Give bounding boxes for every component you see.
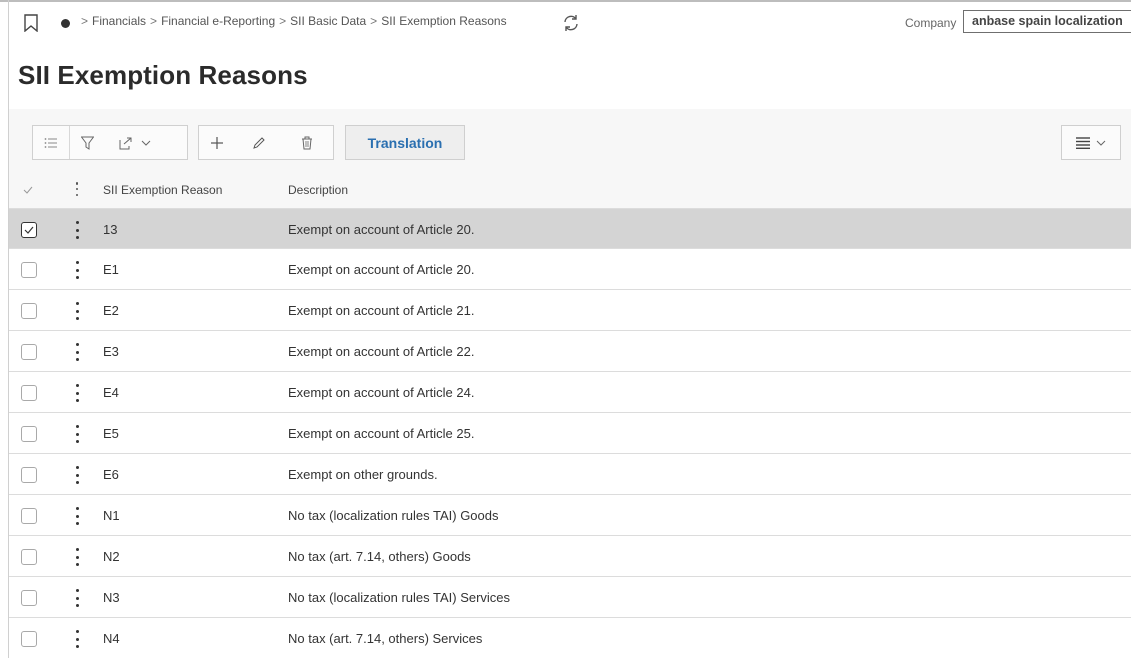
table-body: 13 Exempt on account of Article 20. E1 Exem… — [9, 208, 1131, 658]
column-options-icon[interactable] — [75, 182, 79, 196]
description-cell: Exempt on account of Article 25. — [288, 426, 475, 441]
exemption-reason-cell: N2 — [103, 549, 120, 564]
row-menu-icon[interactable] — [75, 630, 79, 648]
table-row[interactable]: E4 Exempt on account of Article 24. — [9, 372, 1131, 413]
table-row[interactable]: N3 No tax (localization rules TAI) Servic… — [9, 577, 1131, 618]
exemption-reason-cell: N3 — [103, 590, 120, 605]
description-cell: Exempt on account of Article 20. — [288, 222, 475, 237]
table-row[interactable]: N4 No tax (art. 7.14, others) Services — [9, 618, 1131, 658]
table-row[interactable]: E3 Exempt on account of Article 22. — [9, 331, 1131, 372]
list-panel: Translation SII Exemption Reason Descrip… — [9, 109, 1131, 658]
description-cell: Exempt on account of Article 21. — [288, 303, 475, 318]
exemption-reason-cell: E6 — [103, 467, 119, 482]
plus-icon[interactable] — [199, 126, 235, 159]
row-checkbox[interactable] — [21, 508, 37, 524]
bookmark-icon[interactable] — [24, 14, 38, 32]
row-menu-icon[interactable] — [75, 343, 79, 361]
column-header-exemption-reason[interactable]: SII Exemption Reason — [103, 183, 222, 197]
exemption-reason-cell: N4 — [103, 631, 120, 646]
description-cell: Exempt on account of Article 22. — [288, 344, 475, 359]
row-menu-icon[interactable] — [75, 507, 79, 525]
breadcrumb-separator: > — [279, 14, 287, 28]
description-cell: No tax (localization rules TAI) Services — [288, 590, 511, 605]
select-all-check-icon[interactable] — [23, 186, 33, 194]
list-icon[interactable] — [33, 126, 69, 159]
column-header-description[interactable]: Description — [288, 183, 348, 197]
description-cell: No tax (art. 7.14, others) Goods — [288, 549, 471, 564]
filter-icon[interactable] — [69, 126, 105, 159]
exemption-reason-cell: E3 — [103, 344, 119, 359]
exemption-reason-cell: E4 — [103, 385, 119, 400]
description-cell: Exempt on account of Article 24. — [288, 385, 475, 400]
chevron-down-icon — [141, 140, 151, 146]
row-checkbox[interactable] — [21, 426, 37, 442]
toolbar-view-group — [32, 125, 188, 160]
exemption-reason-cell: 13 — [103, 222, 118, 237]
table-row[interactable]: N1 No tax (localization rules TAI) Goods — [9, 495, 1131, 536]
company-selector[interactable]: anbase spain localization — [963, 10, 1131, 33]
breadcrumb-item-financials[interactable]: Financials — [92, 14, 146, 28]
description-cell: Exempt on account of Article 20. — [288, 262, 475, 277]
row-checkbox[interactable] — [21, 631, 37, 647]
table-header: SII Exemption Reason Description — [9, 171, 1131, 207]
export-icon[interactable] — [105, 126, 165, 159]
row-checkbox[interactable] — [21, 344, 37, 360]
row-checkbox[interactable] — [21, 262, 37, 278]
table-row[interactable]: E2 Exempt on account of Article 21. — [9, 290, 1131, 331]
breadcrumb-separator: > — [81, 14, 89, 28]
row-menu-icon[interactable] — [75, 466, 79, 484]
row-menu-icon[interactable] — [75, 384, 79, 402]
table-view-icon — [1076, 136, 1090, 149]
breadcrumb-item-current: SII Exemption Reasons — [381, 14, 507, 28]
refresh-icon[interactable] — [561, 13, 581, 33]
toolbar-edit-group — [198, 125, 334, 160]
table-row[interactable]: 13 Exempt on account of Article 20. — [9, 208, 1131, 249]
row-checkbox[interactable] — [21, 385, 37, 401]
row-checkbox[interactable] — [21, 590, 37, 606]
table-row[interactable]: E5 Exempt on account of Article 25. — [9, 413, 1131, 454]
translation-button[interactable]: Translation — [345, 125, 465, 160]
row-checkbox[interactable] — [21, 467, 37, 483]
exemption-reason-cell: E2 — [103, 303, 119, 318]
table-row[interactable]: E6 Exempt on other grounds. — [9, 454, 1131, 495]
exemption-reason-cell: E5 — [103, 426, 119, 441]
breadcrumb-separator: > — [150, 14, 158, 28]
breadcrumb-separator: > — [370, 14, 378, 28]
company-label: Company — [905, 16, 957, 30]
check-icon — [24, 226, 34, 234]
row-menu-icon[interactable] — [75, 221, 79, 239]
exemption-reason-cell: N1 — [103, 508, 120, 523]
row-menu-icon[interactable] — [75, 302, 79, 320]
home-icon[interactable] — [61, 19, 70, 28]
row-checkbox[interactable] — [21, 222, 37, 238]
navigation-bar: > Financials > Financial e-Reporting > S… — [9, 2, 1131, 42]
row-menu-icon[interactable] — [75, 589, 79, 607]
row-menu-icon[interactable] — [75, 425, 79, 443]
description-cell: No tax (localization rules TAI) Goods — [288, 508, 499, 523]
row-menu-icon[interactable] — [75, 548, 79, 566]
breadcrumb: > Financials > Financial e-Reporting > S… — [77, 14, 507, 28]
row-checkbox[interactable] — [21, 303, 37, 319]
breadcrumb-item-financial-e-reporting[interactable]: Financial e-Reporting — [161, 14, 275, 28]
exemption-reason-cell: E1 — [103, 262, 119, 277]
row-menu-icon[interactable] — [75, 261, 79, 279]
table-row[interactable]: N2 No tax (art. 7.14, others) Goods — [9, 536, 1131, 577]
page-title: SII Exemption Reasons — [18, 60, 308, 90]
table-row[interactable]: E1 Exempt on account of Article 20. — [9, 249, 1131, 290]
description-cell: Exempt on other grounds. — [288, 467, 438, 482]
breadcrumb-item-sii-basic-data[interactable]: SII Basic Data — [290, 14, 366, 28]
description-cell: No tax (art. 7.14, others) Services — [288, 631, 483, 646]
chevron-down-icon — [1096, 140, 1106, 146]
pencil-icon[interactable] — [235, 126, 283, 159]
trash-icon[interactable] — [283, 126, 331, 159]
table-view-button[interactable] — [1061, 125, 1121, 160]
row-checkbox[interactable] — [21, 549, 37, 565]
